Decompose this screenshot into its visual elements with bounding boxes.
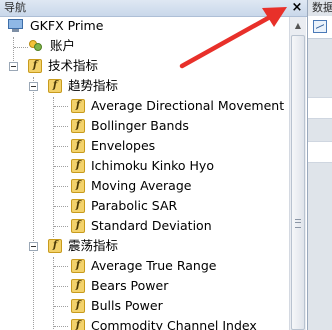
tree-item-indicator[interactable]: f Bears Power [71, 277, 168, 295]
tree-item-label: Commodity Channel Index [91, 318, 257, 330]
tree-item-label: Envelopes [91, 138, 156, 153]
data-window-title: 数据 [312, 1, 332, 14]
indicator-icon: f [71, 319, 85, 330]
tree-item-indicator[interactable]: f Average True Range [71, 257, 216, 275]
grip-icon [295, 219, 301, 228]
indicator-icon: f [71, 299, 85, 313]
tree-guide-line [33, 77, 34, 330]
tree-item-label: Average Directional Movement Ir [91, 98, 290, 113]
tree-item-label: 趋势指标 [68, 78, 119, 93]
navigator-titlebar: 导航 [0, 0, 307, 17]
indicator-icon: f [71, 279, 85, 293]
tree-guide-line [54, 106, 68, 107]
tree-item-indicators[interactable]: f 技术指标 [28, 57, 98, 75]
collapse-toggle-icon[interactable] [9, 62, 18, 71]
indicator-icon: f [71, 99, 85, 113]
collapse-toggle-icon[interactable] [29, 82, 38, 91]
tree-item-indicator[interactable]: f Parabolic SAR [71, 197, 177, 215]
vertical-scrollbar[interactable]: ▲ [289, 17, 306, 330]
tree-item-indicator[interactable]: f Envelopes [71, 137, 155, 155]
tree-item-trend-group[interactable]: f 趋势指标 [48, 77, 118, 95]
tree-item-label: Bulls Power [91, 298, 163, 313]
tree-item-indicator[interactable]: f Bulls Power [71, 297, 163, 315]
indicator-icon: f [71, 159, 85, 173]
tree-item-oscillator-group[interactable]: f 震荡指标 [48, 237, 118, 255]
navigator-title: 导航 [4, 1, 26, 14]
data-window-row [308, 97, 332, 119]
tree-guide-line [54, 186, 68, 187]
indicator-icon: f [71, 259, 85, 273]
tree-guide-line [53, 257, 54, 330]
tree-item-indicator[interactable]: f Commodity Channel Index [71, 317, 257, 330]
indicator-folder-icon: f [48, 79, 62, 93]
tree-item-indicator[interactable]: f Ichimoku Kinko Hyo [71, 157, 214, 175]
close-button[interactable]: × [289, 0, 305, 16]
indicator-icon: f [71, 199, 85, 213]
computer-icon [8, 19, 24, 33]
tree-guide-line [54, 206, 68, 207]
tree-guide-line [54, 126, 68, 127]
tree-item-indicator[interactable]: f Standard Deviation [71, 217, 212, 235]
indicator-icon: f [71, 119, 85, 133]
tree-guide-line [54, 286, 68, 287]
tree-guide-line [54, 146, 68, 147]
tree-item-indicator[interactable]: f Moving Average [71, 177, 191, 195]
tree-item-label: Standard Deviation [91, 218, 212, 233]
indicator-folder-icon: f [28, 59, 42, 73]
tree-item-label: 技术指标 [48, 58, 99, 73]
tree-item-label: Bollinger Bands [91, 118, 189, 133]
scroll-up-arrow-icon[interactable]: ▲ [290, 17, 306, 34]
indicator-icon: f [71, 139, 85, 153]
tree-item-label: Ichimoku Kinko Hyo [91, 158, 214, 173]
tree-item-label: GKFX Prime [30, 18, 104, 33]
accounts-icon [28, 38, 44, 54]
indicator-folder-icon: f [48, 239, 62, 253]
collapse-toggle-icon[interactable] [29, 242, 38, 251]
tree-guide-line [54, 166, 68, 167]
indicator-icon: f [71, 179, 85, 193]
tree-item-label: Bears Power [91, 278, 169, 293]
tree-guide-line [13, 37, 14, 65]
tree-item-label: 震荡指标 [68, 238, 119, 253]
scrollbar-thumb[interactable] [291, 35, 305, 330]
tree-guide-line [54, 306, 68, 307]
tree-guide-line [54, 226, 68, 227]
tree-guide-line [53, 97, 54, 237]
navigator-window: 导航 × GKFX Prime 账户 f 技术指标 f 趋势指标 f Avera… [0, 0, 332, 330]
tree-item-indicator[interactable]: f Bollinger Bands [71, 117, 189, 135]
data-window-panel: 数据 [307, 0, 332, 330]
data-window-row [308, 141, 332, 163]
tree-item-indicator[interactable]: f Average Directional Movement Ir [71, 97, 290, 115]
tree-item-label: Parabolic SAR [91, 198, 178, 213]
tree-guide-line [54, 326, 68, 327]
indicator-icon: f [71, 219, 85, 233]
tree-item-label: 账户 [50, 38, 76, 53]
tree-item-label: Moving Average [91, 178, 192, 193]
chart-icon[interactable] [313, 20, 327, 33]
tree-item-accounts[interactable]: 账户 [28, 37, 75, 55]
tree-item-root[interactable]: GKFX Prime [8, 17, 103, 35]
tree-guide-line [54, 266, 68, 267]
navigator-tree: GKFX Prime 账户 f 技术指标 f 趋势指标 f Average Di… [0, 17, 290, 330]
tree-guide-line [14, 47, 28, 48]
tree-item-label: Average True Range [91, 258, 217, 273]
